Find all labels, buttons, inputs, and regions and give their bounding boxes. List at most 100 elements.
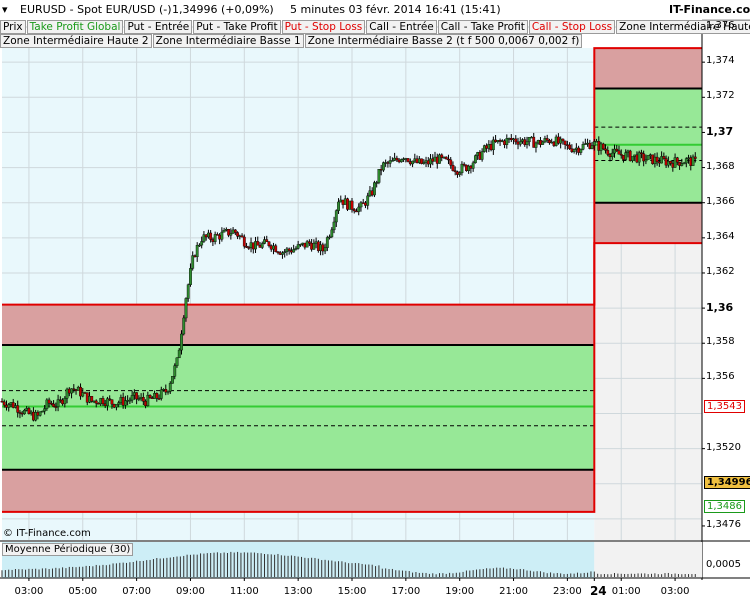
candle-body	[137, 398, 141, 400]
candle-body	[231, 229, 235, 234]
candle-body	[496, 140, 500, 143]
candle-body	[162, 389, 165, 391]
candle-body	[123, 400, 127, 406]
candle-body	[613, 148, 616, 154]
candle-body	[350, 200, 354, 210]
candle-body	[301, 242, 305, 245]
indicator-legend-item[interactable]: Put - Entrée	[124, 20, 193, 34]
oscillator-label[interactable]: Moyenne Périodique (30)	[2, 543, 134, 556]
candle-body	[175, 357, 179, 366]
candle-body	[251, 242, 255, 250]
candle-body	[669, 161, 672, 164]
candle-body	[164, 389, 168, 393]
time-axis-tick: 15:00	[337, 586, 367, 597]
time-axis-tick: 03:00	[660, 586, 690, 597]
indicator-legend-item[interactable]: Call - Take Profit	[437, 20, 528, 34]
candle-body	[449, 159, 453, 166]
candle-body	[568, 144, 572, 149]
candle-body	[691, 156, 695, 166]
candle-body	[420, 158, 423, 164]
indicator-legend-row-1: Prix Take Profit Global Put - Entrée Put - …	[0, 20, 750, 34]
indicator-legend-item[interactable]: Prix	[0, 20, 26, 34]
candle-body	[442, 156, 446, 159]
candle-body	[49, 402, 53, 405]
candle-body	[592, 141, 596, 146]
candlestick-chart[interactable]	[0, 0, 750, 600]
candle-body	[554, 136, 558, 146]
candle-body	[220, 231, 224, 240]
candle-body	[678, 161, 681, 166]
candle-body	[110, 399, 114, 405]
candle-body	[45, 399, 49, 409]
candle-body	[90, 396, 94, 402]
indicator-legend-item[interactable]: Zone Intermédiaire Basse 2 (t f 500 0,00…	[304, 34, 583, 48]
candle-body	[402, 158, 406, 160]
candle-body	[94, 400, 98, 404]
candle-body	[58, 399, 62, 401]
candle-body	[601, 143, 605, 150]
candle-body	[505, 138, 509, 145]
candle-body	[56, 399, 60, 407]
candle-body	[43, 408, 47, 412]
candle-body	[671, 163, 675, 168]
candle-body	[487, 144, 491, 149]
candle-body	[422, 162, 426, 164]
candle-body	[628, 150, 632, 161]
candle-body	[424, 160, 428, 163]
candle-body	[693, 156, 697, 159]
candle-body	[379, 169, 383, 171]
candle-body	[622, 154, 625, 160]
candle-body	[406, 158, 410, 162]
candle-body	[334, 210, 338, 223]
candle-body	[382, 162, 385, 171]
candle-body	[631, 156, 634, 161]
time-axis-tick: 13:00	[283, 586, 313, 597]
candle-body	[281, 252, 284, 255]
price-axis-tick: 1,356	[706, 371, 735, 383]
candle-body	[128, 399, 132, 402]
candle-body	[267, 241, 271, 246]
candle-body	[476, 152, 480, 156]
candle-body	[478, 152, 482, 160]
candle-body	[5, 404, 8, 408]
candle-body	[274, 245, 278, 253]
candle-body	[521, 139, 524, 142]
candle-body	[561, 138, 565, 142]
candle-body	[97, 403, 100, 405]
indicator-legend-item[interactable]: Put - Take Profit	[193, 20, 281, 34]
candle-body	[408, 161, 412, 165]
candle-body	[186, 284, 190, 299]
candle-body	[119, 397, 123, 403]
candle-body	[70, 388, 73, 394]
indicator-legend-item[interactable]: Put - Stop Loss	[281, 20, 366, 34]
time-axis-tick: 03:00	[14, 586, 44, 597]
candle-body	[366, 195, 370, 206]
price-axis-tick: 1,37	[706, 125, 734, 139]
candle-body	[198, 244, 201, 247]
candle-body	[682, 162, 686, 165]
price-axis-tick: 1,376	[706, 20, 735, 32]
indicator-legend-item[interactable]: Zone Intermédiaire Haute 2	[0, 34, 152, 48]
time-axis-tick: 19:00	[445, 586, 475, 597]
candle-body	[294, 248, 298, 250]
candle-body	[29, 411, 33, 414]
candle-body	[52, 403, 56, 407]
candle-body	[54, 406, 58, 408]
candle-body	[112, 403, 116, 408]
candle-body	[144, 401, 147, 406]
candle-body	[247, 247, 251, 249]
candle-body	[662, 156, 666, 159]
indicator-legend-item[interactable]: Zone Intermédiaire Basse 1	[152, 34, 304, 48]
indicator-legend-item[interactable]: Call - Stop Loss	[528, 20, 616, 34]
candle-body	[447, 158, 450, 161]
candle-body	[200, 241, 204, 246]
candle-body	[610, 152, 614, 158]
candle-body	[606, 150, 610, 155]
candle-body	[34, 412, 38, 421]
indicator-legend-item[interactable]: Call - Entrée	[366, 20, 437, 34]
candle-body	[148, 394, 152, 398]
indicator-legend-item[interactable]: Take Profit Global	[26, 20, 124, 34]
candle-body	[168, 383, 172, 392]
candle-body	[373, 182, 376, 196]
candle-body	[680, 163, 684, 166]
